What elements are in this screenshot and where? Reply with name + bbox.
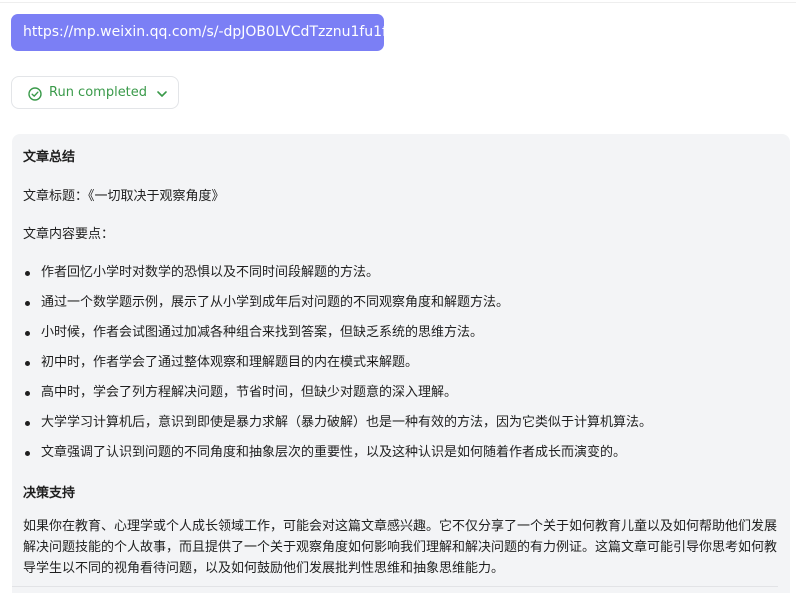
- points-heading: 文章内容要点：: [23, 227, 115, 242]
- article-title-line: 文章标题：《一切取决于观察角度》: [23, 189, 225, 204]
- list-item: 大学学习计算机后，意识到即使是暴力求解（暴力破解）也是一种有效的方法，因为它类似…: [23, 408, 652, 438]
- decision-text: 如果你在教育、心理学或个人成长领域工作，可能会对这篇文章感兴趣。它不仅分享了一个…: [23, 519, 778, 576]
- list-item: 文章强调了认识到问题的不同角度和抽象层次的重要性，以及这种认识是如何随着作者成长…: [23, 438, 652, 468]
- user-url-message[interactable]: https://mp.weixin.qq.com/s/-dpJOB0LVCdTz…: [11, 14, 384, 51]
- list-item: 通过一个数学题示例，展示了从小学到成年后对问题的不同观察角度和解题方法。: [23, 288, 652, 318]
- card-bottom-divider: [12, 586, 778, 587]
- chat-page: https://mp.weixin.qq.com/s/-dpJOB0LVCdTz…: [0, 0, 796, 593]
- list-item: 小时候，作者会试图通过加减各种组合来找到答案，但缺乏系统的思维方法。: [23, 318, 652, 348]
- decision-heading: 决策支持: [23, 486, 76, 501]
- list-item: 初中时，作者学会了通过整体观察和理解题目的内在模式来解题。: [23, 348, 652, 378]
- chevron-down-icon: [155, 86, 169, 100]
- summary-heading: 文章总结: [23, 150, 76, 165]
- list-item: 作者回忆小学时对数学的恐惧以及不同时间段解题的方法。: [23, 258, 652, 288]
- run-status-label: Run completed: [49, 85, 148, 100]
- check-circle-icon: [28, 86, 42, 101]
- result-card: 文章总结 文章标题：《一切取决于观察角度》 文章内容要点： 作者回忆小学时对数学…: [12, 134, 790, 593]
- summary-points-list: 作者回忆小学时对数学的恐惧以及不同时间段解题的方法。 通过一个数学题示例，展示了…: [23, 258, 652, 468]
- run-status-toggle[interactable]: Run completed: [11, 76, 179, 109]
- top-divider: [0, 2, 796, 3]
- list-item: 高中时，学会了列方程解决问题，节省时间，但缺少对题意的深入理解。: [23, 378, 652, 408]
